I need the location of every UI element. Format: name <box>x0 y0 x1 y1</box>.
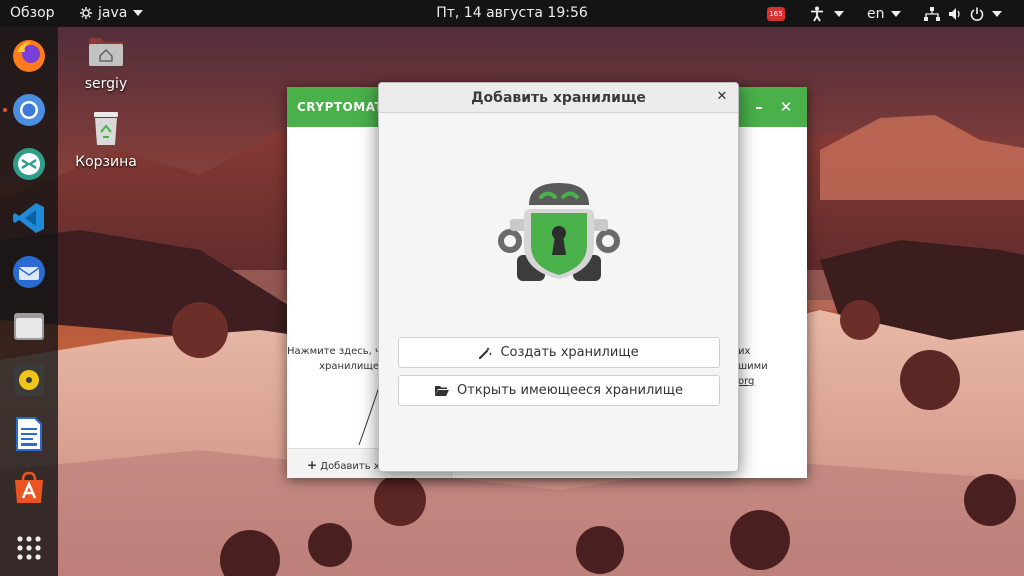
accessibility-menu[interactable] <box>810 0 844 27</box>
add-vault-dialog: Добавить хранилище ✕ Создать хранилище О… <box>378 82 739 472</box>
dock-item-chromium[interactable] <box>9 90 49 130</box>
system-menu[interactable] <box>924 0 1002 27</box>
chevron-down-icon <box>890 10 901 17</box>
network-icon <box>924 6 940 21</box>
desktop-icon-label: sergiy <box>84 76 128 92</box>
libreoffice-writer-icon <box>16 417 42 451</box>
thunderbird-icon <box>13 256 45 288</box>
language-label: en <box>867 5 885 22</box>
desktop-icon-label: Корзина <box>75 154 137 170</box>
dock-item-writer[interactable] <box>9 414 49 454</box>
files-icon <box>14 313 44 340</box>
dock-item-firefox[interactable] <box>9 36 49 76</box>
hint-line: хранилище <box>319 361 379 372</box>
website-link[interactable]: org <box>738 374 804 389</box>
create-vault-button[interactable]: Создать хранилище <box>398 337 720 368</box>
dock <box>0 27 58 576</box>
rhythmbox-icon <box>14 364 44 396</box>
dock-item-files[interactable] <box>9 306 49 346</box>
add-vault-hint: Нажмите здесь, чтобы добавить хранилище <box>287 344 379 374</box>
desktop-icon-home[interactable]: sergiy <box>61 34 151 92</box>
welcome-line: шими <box>738 361 768 372</box>
chevron-down-icon <box>834 10 844 17</box>
app-menu[interactable]: java <box>80 5 144 21</box>
minimize-button[interactable]: – <box>747 95 771 119</box>
home-folder-icon <box>89 38 123 66</box>
remote-desktop-icon <box>13 148 45 180</box>
software-center-icon <box>15 471 43 503</box>
desktop-icon-trash[interactable]: Корзина <box>61 110 151 170</box>
chevron-down-icon <box>133 10 144 16</box>
open-vault-label: Открыть имеющееся хранилище <box>457 383 683 398</box>
accessibility-icon <box>811 6 823 21</box>
app-gear-icon <box>80 7 92 19</box>
firefox-icon <box>13 40 45 72</box>
tray-badge-indicator[interactable]: 165 <box>767 0 785 27</box>
folder-open-icon <box>435 385 450 396</box>
chevron-down-icon <box>992 10 1002 17</box>
close-button[interactable]: ✕ <box>774 95 798 119</box>
dock-item-software[interactable] <box>9 468 49 508</box>
show-applications-icon <box>17 536 41 560</box>
trash-icon <box>94 112 118 145</box>
open-vault-button[interactable]: Открыть имеющееся хранилище <box>398 375 720 406</box>
chromium-icon <box>13 94 45 126</box>
create-vault-label: Создать хранилище <box>500 345 639 360</box>
dock-item-show-applications[interactable] <box>9 528 49 568</box>
notification-badge: 165 <box>767 6 785 21</box>
dialog-header: Добавить хранилище ✕ <box>379 83 738 113</box>
dock-item-remote-desktop[interactable] <box>9 144 49 184</box>
volume-icon <box>949 7 960 20</box>
dialog-title: Добавить хранилище <box>471 90 646 106</box>
top-bar: Обзор java Пт, 14 августа 19:56 165 en <box>0 0 1024 27</box>
vscode-icon <box>13 203 44 233</box>
welcome-text: их шими org <box>738 344 804 389</box>
power-icon <box>970 7 984 21</box>
running-indicator <box>3 108 7 112</box>
dock-item-thunderbird[interactable] <box>9 252 49 292</box>
hint-line: Нажмите здесь, чтобы добавить <box>287 346 379 357</box>
welcome-line: их <box>738 346 751 357</box>
dock-item-vscode[interactable] <box>9 198 49 238</box>
dialog-close-button[interactable]: ✕ <box>714 89 730 105</box>
cryptomator-robot-icon <box>498 183 620 281</box>
magic-wand-icon <box>479 347 493 359</box>
plus-icon: + <box>307 458 318 472</box>
app-menu-label: java <box>98 5 128 21</box>
language-menu[interactable]: en <box>867 0 901 27</box>
clock-label[interactable]: Пт, 14 августа 19:56 <box>436 5 588 21</box>
activities-button[interactable]: Обзор <box>10 5 55 21</box>
dock-item-rhythmbox[interactable] <box>9 360 49 400</box>
